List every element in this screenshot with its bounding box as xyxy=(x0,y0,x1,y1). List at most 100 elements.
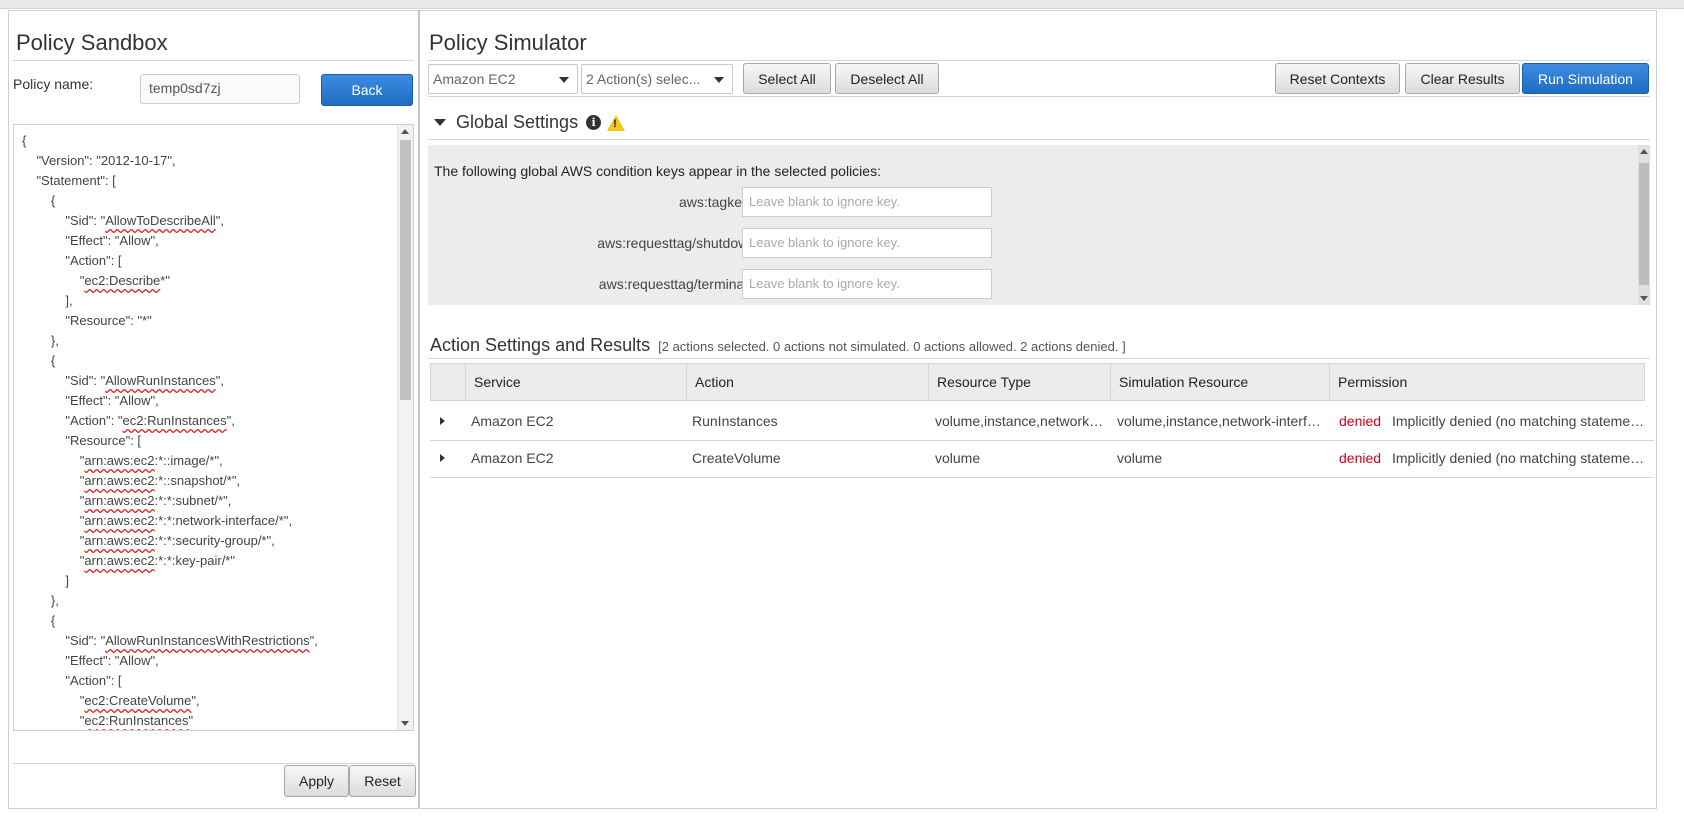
policy-name-label: Policy name: xyxy=(13,76,94,92)
policy-json-text: { "Version": "2012-10-17", "Statement": … xyxy=(22,131,318,730)
editor-line: }, xyxy=(22,593,59,608)
editor-scroll-thumb[interactable] xyxy=(400,140,411,400)
editor-line: "Action": [ xyxy=(22,673,122,688)
browser-top-strip xyxy=(0,0,1684,9)
table-row[interactable]: Amazon EC2 CreateVolume volume volume de… xyxy=(430,440,1654,478)
editor-line: "Sid": "AllowRunInstances", xyxy=(22,373,224,388)
row-simulation-resource: volume,instance,network-interfa... xyxy=(1117,413,1324,429)
info-icon[interactable]: i xyxy=(586,115,602,130)
condition-key-input[interactable]: Leave blank to ignore key. xyxy=(742,228,992,258)
row-simulation-resource: volume xyxy=(1117,450,1163,466)
collapse-triangle-icon[interactable] xyxy=(434,119,446,126)
row-permission-detail: Implicitly denied (no matching statemen.… xyxy=(1392,450,1646,466)
condition-key-input[interactable]: Leave blank to ignore key. xyxy=(742,187,992,217)
editor-line: "Action": "ec2:RunInstances", xyxy=(22,413,235,428)
global-settings-header[interactable]: Global Settings i ! xyxy=(434,112,626,133)
global-settings-scrollbar[interactable] xyxy=(1638,145,1650,305)
editor-line: "Sid": "AllowToDescribeAll", xyxy=(22,213,224,228)
service-select-value: Amazon EC2 xyxy=(433,71,516,87)
policy-json-editor[interactable]: { "Version": "2012-10-17", "Statement": … xyxy=(13,124,414,731)
reset-contexts-button[interactable]: Reset Contexts xyxy=(1275,63,1400,94)
back-button[interactable]: Back xyxy=(321,74,413,106)
row-service: Amazon EC2 xyxy=(471,413,554,429)
row-resource-type: volume xyxy=(935,450,981,466)
simulator-title-divider xyxy=(428,60,1650,61)
results-divider xyxy=(428,358,1650,359)
editor-line: "arn:aws:ec2:*::image/*", xyxy=(22,453,223,468)
column-header-simulation-resource[interactable]: Simulation Resource xyxy=(1110,364,1329,400)
editor-line: ] xyxy=(22,573,69,588)
editor-line: { xyxy=(22,133,27,148)
editor-line: "arn:aws:ec2:*:*:key-pair/*" xyxy=(22,553,235,568)
deselect-all-button[interactable]: Deselect All xyxy=(835,63,939,94)
actions-select[interactable]: 2 Action(s) selec... xyxy=(581,64,733,94)
editor-line: "Sid": "AllowRunInstancesWithRestriction… xyxy=(22,633,318,648)
editor-line: "arn:aws:ec2:*::snapshot/*", xyxy=(22,473,241,488)
editor-line: "Statement": [ xyxy=(22,173,116,188)
row-permission-status: denied xyxy=(1339,413,1382,429)
column-header-resource-type[interactable]: Resource Type xyxy=(928,364,1110,400)
row-permission-detail: Implicitly denied (no matching statemen.… xyxy=(1392,413,1646,429)
sandbox-footer-divider xyxy=(13,763,414,764)
editor-line: }, xyxy=(22,333,59,348)
results-header: Action Settings and Results [2 actions s… xyxy=(430,335,1126,356)
editor-scrollbar[interactable] xyxy=(397,125,413,730)
actions-select-value: 2 Action(s) selec... xyxy=(586,71,701,87)
editor-line: "ec2:RunInstances" xyxy=(22,713,194,728)
toolbar-divider xyxy=(428,96,1650,97)
global-settings-divider xyxy=(428,139,1650,140)
editor-line: "Effect": "Allow", xyxy=(22,393,159,408)
row-action: CreateVolume xyxy=(692,450,781,466)
editor-line: "Effect": "Allow", xyxy=(22,233,159,248)
scroll-down-arrow-icon[interactable] xyxy=(401,721,409,726)
run-simulation-button[interactable]: Run Simulation xyxy=(1522,63,1649,94)
condition-key-label: aws:requesttag/terminate xyxy=(598,276,756,292)
scroll-up-arrow-icon[interactable] xyxy=(1640,149,1648,154)
row-service: Amazon EC2 xyxy=(471,450,554,466)
policy-name-field[interactable]: temp0sd7zj xyxy=(140,74,300,104)
editor-line: "arn:aws:ec2:*:*:subnet/*", xyxy=(22,493,232,508)
column-header-permission[interactable]: Permission xyxy=(1329,364,1644,400)
editor-line: "arn:aws:ec2:*:*:security-group/*", xyxy=(22,533,275,548)
clear-results-button[interactable]: Clear Results xyxy=(1405,63,1520,94)
policy-simulator-title: Policy Simulator xyxy=(429,30,587,55)
editor-line: ], xyxy=(22,293,73,308)
apply-button[interactable]: Apply xyxy=(284,765,349,797)
condition-key-input[interactable]: Leave blank to ignore key. xyxy=(742,269,992,299)
editor-line: "ec2:Describe*" xyxy=(22,273,170,288)
sandbox-title-divider xyxy=(13,60,414,61)
scroll-down-arrow-icon[interactable] xyxy=(1640,296,1648,301)
editor-line: { xyxy=(22,193,56,208)
scroll-up-arrow-icon[interactable] xyxy=(401,129,409,134)
global-settings-scroll-thumb[interactable] xyxy=(1639,163,1649,285)
table-row[interactable]: Amazon EC2 RunInstances volume,instance,… xyxy=(430,403,1654,441)
column-header-service[interactable]: Service xyxy=(465,364,686,400)
row-action: RunInstances xyxy=(692,413,778,429)
column-header-action[interactable]: Action xyxy=(686,364,928,400)
results-summary: [2 actions selected. 0 actions not simul… xyxy=(658,339,1126,354)
select-all-button[interactable]: Select All xyxy=(743,63,831,94)
results-table-header: Service Action Resource Type Simulation … xyxy=(430,363,1645,401)
service-select[interactable]: Amazon EC2 xyxy=(428,64,578,94)
row-resource-type: volume,instance,network-i... xyxy=(935,413,1105,429)
results-title: Action Settings and Results xyxy=(430,335,651,355)
editor-line: { xyxy=(22,613,56,628)
reset-button[interactable]: Reset xyxy=(349,765,416,797)
editor-line: "Action": [ xyxy=(22,253,122,268)
chevron-down-icon xyxy=(559,77,569,83)
chevron-down-icon xyxy=(714,77,724,83)
global-settings-description: The following global AWS condition keys … xyxy=(434,163,881,179)
row-permission-status: denied xyxy=(1339,450,1382,466)
expand-row-icon[interactable] xyxy=(440,417,445,425)
editor-line: "arn:aws:ec2:*:*:network-interface/*", xyxy=(22,513,293,528)
editor-line: "Effect": "Allow", xyxy=(22,653,159,668)
editor-line: "Resource": [ xyxy=(22,433,142,448)
condition-key-label: aws:requesttag/shutdown xyxy=(597,235,756,251)
warning-icon[interactable]: ! xyxy=(607,114,626,131)
editor-line: "Resource": "*" xyxy=(22,313,152,328)
policy-sandbox-title: Policy Sandbox xyxy=(16,30,168,55)
global-settings-box: The following global AWS condition keys … xyxy=(428,145,1650,305)
editor-line: "Version": "2012-10-17", xyxy=(22,153,176,168)
expand-row-icon[interactable] xyxy=(440,454,445,462)
editor-line: "ec2:CreateVolume", xyxy=(22,693,200,708)
